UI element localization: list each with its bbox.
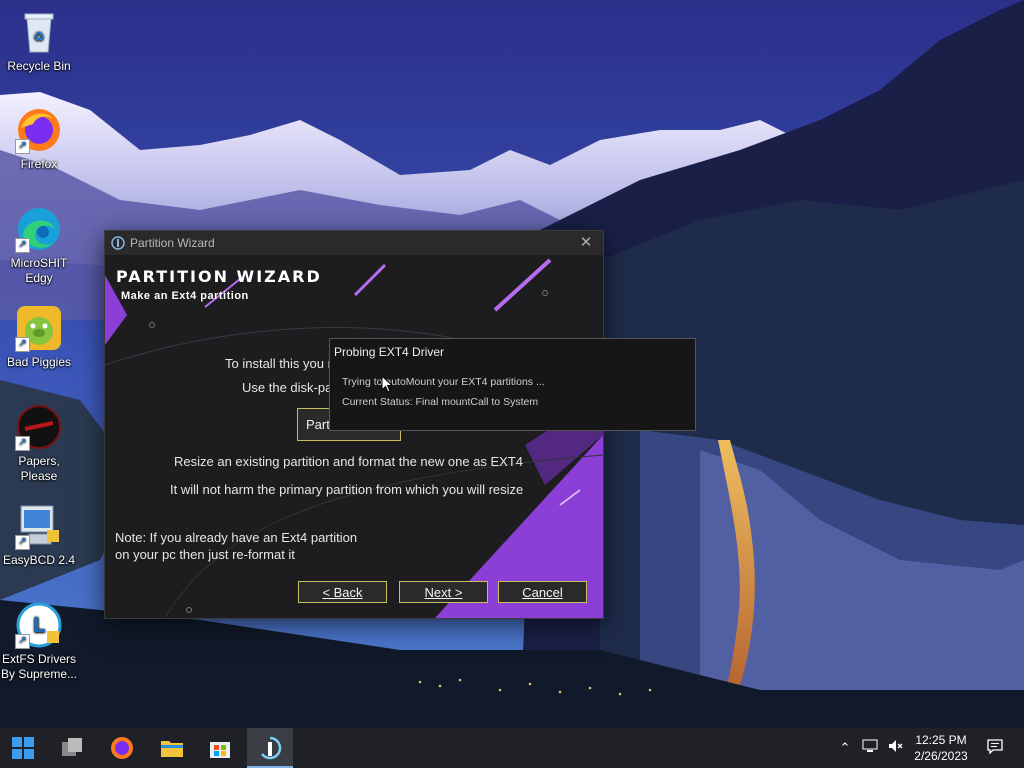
note-text-2: on your pc then just re-format it xyxy=(115,547,295,562)
desktop-icon-label: MicroSHIT Edgy xyxy=(10,256,68,285)
close-icon: ✕ xyxy=(579,234,593,251)
desktop-icon-label: Papers, Please xyxy=(18,454,60,483)
note-text-1: Note: If you already have an Ext4 partit… xyxy=(115,530,358,545)
task-view-icon xyxy=(62,738,82,756)
resize-text: Resize an existing partition and format … xyxy=(174,454,524,469)
disk-text: Use the disk-pa xyxy=(242,380,333,395)
shortcut-arrow-icon: ↗ xyxy=(15,238,30,253)
notification-icon xyxy=(987,739,1003,755)
clock-date: 2/26/2023 xyxy=(914,749,968,763)
cancel-button[interactable]: Cancel xyxy=(498,581,587,603)
show-hidden-icons-button[interactable]: ⌃ xyxy=(835,738,855,758)
store-icon xyxy=(210,742,230,758)
start-icon xyxy=(12,737,34,759)
system-clock[interactable]: 12:25 PM 2/26/2023 xyxy=(905,732,977,764)
clock-time: 12:25 PM xyxy=(915,733,967,747)
probe-title: Probing EXT4 Driver xyxy=(334,345,445,359)
shortcut-arrow-icon: ↗ xyxy=(15,535,30,550)
notifications-button[interactable] xyxy=(985,738,1005,758)
chevron-up-icon: ⌃ xyxy=(839,740,851,755)
taskbar-partition-wizard-button[interactable] xyxy=(247,728,293,768)
harm-text: It will not harm the primary partition f… xyxy=(170,482,524,497)
file-explorer-icon xyxy=(161,741,183,757)
install-text: To install this you n xyxy=(225,356,335,371)
taskbar-firefox-button[interactable] xyxy=(99,728,145,768)
taskbar-store-button[interactable] xyxy=(197,728,243,768)
shortcut-arrow-icon: ↗ xyxy=(15,436,30,451)
desktop-icon-recycle-bin[interactable]: ♻ Recycle Bin xyxy=(0,8,78,74)
desktop-icon-extfs-drivers[interactable]: L ↗ ExtFS Drivers By Supreme... xyxy=(0,601,78,682)
back-button[interactable]: < Back xyxy=(298,581,387,603)
firefox-icon: ↗ xyxy=(15,106,63,154)
desktop-icon-papers-please[interactable]: ↗ Papers, Please xyxy=(0,403,78,484)
extfs-drivers-icon: L ↗ xyxy=(15,601,63,649)
shortcut-arrow-icon: ↗ xyxy=(15,634,30,649)
start-button[interactable] xyxy=(0,728,46,768)
desktop-icon-bad-piggies[interactable]: ↗ Bad Piggies xyxy=(0,304,78,370)
easybcd-icon: ↗ xyxy=(15,502,63,550)
shortcut-arrow-icon: ↗ xyxy=(15,337,30,352)
wizard-subtitle: Make an Ext4 partition xyxy=(121,290,249,302)
wizard-brand: PARTITION WIZARD xyxy=(116,267,322,286)
desktop-icon-label: EasyBCD 2.4 xyxy=(2,553,76,567)
bad-piggies-icon: ↗ xyxy=(15,304,63,352)
desktop-icon-easybcd[interactable]: ↗ EasyBCD 2.4 xyxy=(0,502,78,568)
edge-icon: ↗ xyxy=(15,205,63,253)
volume-muted-icon[interactable] xyxy=(885,738,905,758)
desktop-icon-firefox[interactable]: ↗ Firefox xyxy=(0,106,78,172)
close-button[interactable]: ✕ xyxy=(575,233,597,253)
partition-wizard-app-icon xyxy=(111,236,125,250)
firefox-icon xyxy=(111,737,133,759)
next-button[interactable]: Next > xyxy=(399,581,488,603)
svg-text:L: L xyxy=(33,613,46,637)
desktop-icon-label: Recycle Bin xyxy=(7,59,71,73)
task-view-button[interactable] xyxy=(49,728,95,768)
taskbar: ⌃ 12:25 PM 2/26/2023 xyxy=(0,728,1024,768)
shortcut-arrow-icon: ↗ xyxy=(15,139,30,154)
probe-status-line-2: Current Status: Final mountCall to Syste… xyxy=(342,396,539,408)
partition-wizard-icon xyxy=(261,736,282,760)
mouse-cursor-icon xyxy=(381,375,393,393)
window-title: Partition Wizard xyxy=(130,236,215,250)
papers-please-icon: ↗ xyxy=(15,403,63,451)
taskbar-file-explorer-button[interactable] xyxy=(149,728,195,768)
desktop-icon-label: Firefox xyxy=(20,157,58,171)
desktop-icon-label: Bad Piggies xyxy=(6,355,72,369)
probe-status-line-1: Trying to autoMount your EXT4 partitions… xyxy=(342,376,545,388)
svg-text:♻: ♻ xyxy=(33,30,45,45)
window-titlebar[interactable]: Partition Wizard ✕ xyxy=(105,231,603,255)
recycle-bin-icon: ♻ xyxy=(15,8,63,56)
desktop-icon-edge[interactable]: ↗ MicroSHIT Edgy xyxy=(0,205,78,286)
network-icon[interactable] xyxy=(860,738,880,758)
desktop-icon-label: ExtFS Drivers By Supreme... xyxy=(0,652,78,681)
